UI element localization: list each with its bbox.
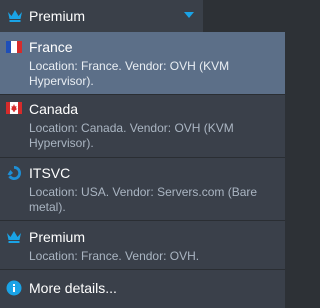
more-details-label: More details... [29,280,117,296]
selected-region-label: Premium [29,8,86,24]
region-select[interactable]: Premium [0,0,203,32]
region-option-france[interactable]: France Location: France. Vendor: OVH (KV… [0,32,285,94]
crown-icon [8,10,22,22]
region-option-title: Premium [29,229,86,245]
region-option-title: Canada [29,101,79,117]
info-icon [6,280,22,296]
region-option-itsvc[interactable]: ITSVC Location: USA. Vendor: Servers.com… [0,158,285,220]
france-flag-icon [6,39,22,55]
region-option-description: Location: France. Vendor: OVH (KVM Hyper… [29,59,230,88]
region-option-title: ITSVC [29,165,71,181]
region-option-premium[interactable]: Premium Location: France. Vendor: OVH. [0,221,285,269]
region-option-description: Location: Canada. Vendor: OVH (KVM Hyper… [29,121,234,150]
crown-icon [7,231,21,243]
region-option-description: Location: France. Vendor: OVH. [29,249,200,263]
itsvc-logo-icon [6,165,22,181]
chevron-down-icon[interactable] [184,12,194,18]
region-option-title: France [29,39,73,55]
region-dropdown-menu: France Location: France. Vendor: OVH (KV… [0,32,285,308]
region-option-description: Location: USA. Vendor: Servers.com (Bare… [29,185,258,214]
region-option-canada[interactable]: Canada Location: Canada. Vendor: OVH (KV… [0,95,285,157]
canada-flag-icon [6,101,22,117]
more-details-link[interactable]: More details... [0,270,285,308]
